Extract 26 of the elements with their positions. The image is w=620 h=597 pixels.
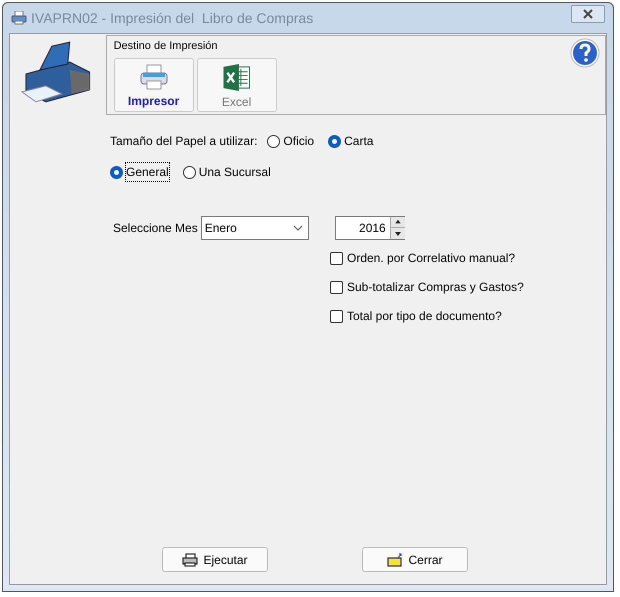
checkbox[interactable]: Sub-totalizar Compras y Gastos? xyxy=(330,278,606,296)
year-spinner[interactable]: 2016 xyxy=(334,216,405,240)
printer-button[interactable]: Impresor xyxy=(114,58,194,112)
radio-button[interactable]: Una Sucursal xyxy=(182,163,271,181)
checkbox[interactable]: Total por tipo de documento? xyxy=(330,307,606,325)
radio-button[interactable]: General xyxy=(110,163,169,181)
chevron-down-icon xyxy=(292,225,303,231)
printer-icon xyxy=(182,552,198,566)
close-button[interactable]: Cerrar xyxy=(362,547,468,572)
group-title: Destino de Impresión xyxy=(114,39,218,54)
close-button[interactable] xyxy=(571,5,605,23)
month-dropdown[interactable]: Enero xyxy=(200,216,309,240)
run-button[interactable]: Ejecutar xyxy=(162,547,268,572)
spreadsheet-icon xyxy=(222,64,252,90)
printer-icon xyxy=(138,64,169,90)
paper-size-label: Tamaño del Papel a utilizar: xyxy=(110,133,258,150)
window-title: IVAPRN02 - Impresión del Libro de Compras xyxy=(31,8,314,28)
help-icon[interactable] xyxy=(570,38,600,68)
close-icon xyxy=(582,9,594,19)
month-label: Seleccione Mes xyxy=(113,220,198,237)
folder-icon xyxy=(387,552,404,566)
radio-button[interactable]: Carta xyxy=(328,132,374,150)
checkbox[interactable]: Orden. por Correlativo manual? xyxy=(330,249,606,267)
printer-icon xyxy=(11,11,27,25)
radio-button[interactable]: Oficio xyxy=(267,132,314,150)
excel-button[interactable]: Excel xyxy=(196,58,277,112)
